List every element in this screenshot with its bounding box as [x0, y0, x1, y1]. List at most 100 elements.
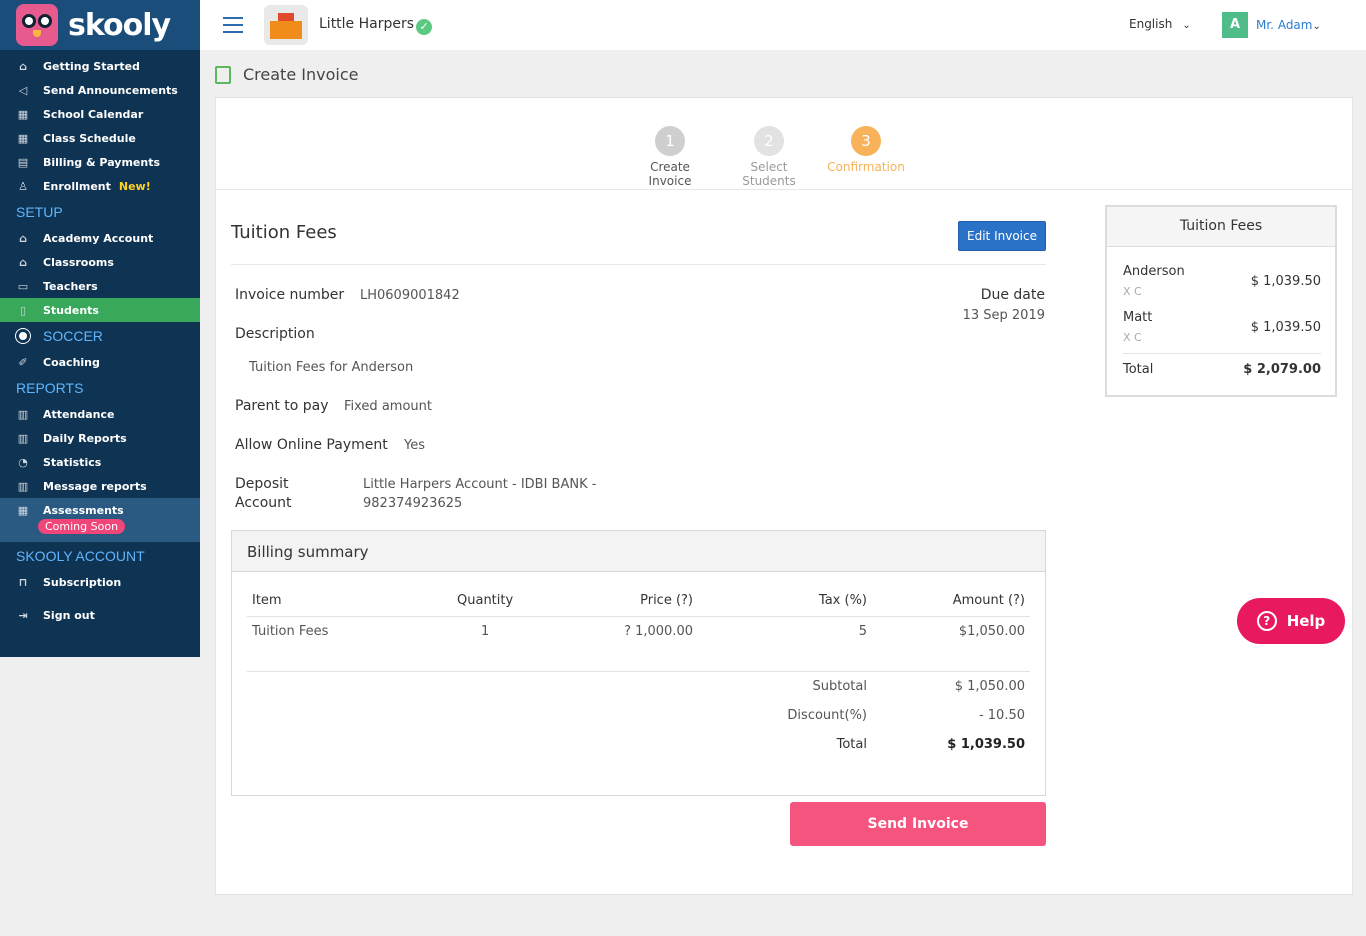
- question-icon: ?: [1256, 611, 1277, 631]
- student-icon: ▯: [19, 303, 27, 317]
- divider: [231, 264, 1046, 265]
- sidebar-item-statistics[interactable]: ◔ Statistics: [0, 450, 200, 474]
- new-badge: New!: [118, 179, 151, 193]
- home-icon: ⌂: [19, 59, 27, 73]
- description-label: Description: [235, 326, 315, 342]
- cell-item: Tuition Fees: [252, 624, 329, 639]
- edit-invoice-button[interactable]: Edit Invoice: [958, 221, 1046, 251]
- calendar-icon: ▦: [17, 131, 29, 145]
- sidebar-item-enrollment[interactable]: ♙ Enrollment New!: [0, 174, 200, 198]
- student-class: X C: [1123, 285, 1142, 298]
- divider: [1123, 353, 1321, 354]
- school-building-icon: [270, 13, 302, 39]
- sidebar-item-classrooms[interactable]: ⌂ Classrooms: [0, 250, 200, 274]
- sidebar-item-send-announcements[interactable]: ◁ Send Announcements: [0, 78, 200, 102]
- sidebar-item-attendance[interactable]: ▥ Attendance: [0, 402, 200, 426]
- invoice-icon: [215, 65, 231, 84]
- sidebar-item-getting-started[interactable]: ⌂ Getting Started: [0, 54, 200, 78]
- student-amount: $ 1,039.50: [1250, 320, 1321, 335]
- cell-tax: 5: [858, 624, 867, 639]
- main-card: 1 Create Invoice 2 Select Students 3 Confir…: [215, 97, 1353, 895]
- invoice-number-value: LH0609001842: [360, 288, 460, 303]
- invoice-number-label: Invoice number: [235, 287, 345, 303]
- tuition-summary-panel: Tuition Fees Anderson X C $ 1,039.50 Mat…: [1105, 205, 1337, 397]
- help-button[interactable]: ? Help: [1237, 598, 1345, 644]
- column-header-amount: Amount (?): [952, 593, 1025, 608]
- discount-label: Discount(%): [787, 708, 867, 723]
- step-select-students[interactable]: 2 Select Students: [724, 126, 814, 188]
- sidebar-item-sign-out[interactable]: ⇥ Sign out: [0, 603, 200, 627]
- school-logo[interactable]: [264, 5, 308, 45]
- column-header-price: Price (?): [640, 593, 693, 608]
- invoice-title: Tuition Fees: [231, 222, 337, 243]
- column-header-quantity: Quantity: [457, 593, 514, 608]
- soccer-ball-icon: [15, 328, 31, 344]
- logo[interactable]: skooly: [0, 0, 200, 50]
- sidebar-item-daily-reports[interactable]: ▥ Daily Reports: [0, 426, 200, 450]
- divider: [247, 671, 1030, 672]
- sidebar-item-school-calendar[interactable]: ▦ School Calendar: [0, 102, 200, 126]
- sidebar-item-subscription[interactable]: ⊓ Subscription: [0, 570, 200, 594]
- deposit-account-label-line2: Account: [235, 495, 292, 511]
- sidebar-item-assessments[interactable]: ▦ Assessments Coming Soon: [0, 498, 200, 542]
- hamburger-menu-icon[interactable]: [223, 17, 243, 33]
- stepper: 1 Create Invoice 2 Select Students 3 Confir…: [216, 98, 1352, 190]
- user-add-icon: ♙: [18, 179, 28, 193]
- school-name[interactable]: Little Harpers ✓: [319, 16, 433, 35]
- cell-price: ? 1,000.00: [624, 624, 693, 639]
- sidebar-item-class-schedule[interactable]: ▦ Class Schedule: [0, 126, 200, 150]
- sidebar-item-billing-payments[interactable]: ▤ Billing & Payments: [0, 150, 200, 174]
- due-date-value: 13 Sep 2019: [962, 308, 1045, 323]
- sidebar-item-teachers[interactable]: ▭ Teachers: [0, 274, 200, 298]
- report-icon: ▥: [17, 407, 29, 421]
- discount-value: - 10.50: [978, 708, 1025, 723]
- send-invoice-button[interactable]: Send Invoice: [790, 802, 1046, 846]
- summary-total-label: Total: [1123, 362, 1154, 377]
- coming-soon-badge: Coming Soon: [38, 519, 126, 534]
- megaphone-icon: ◁: [18, 83, 28, 97]
- calendar-icon: ▦: [17, 503, 29, 517]
- parent-to-pay-label: Parent to pay: [235, 398, 329, 414]
- deposit-account-value-line1: Little Harpers Account - IDBI BANK -: [363, 477, 597, 492]
- divider: [247, 616, 1030, 617]
- summary-total-value: $ 2,079.00: [1243, 362, 1321, 377]
- total-label: Total: [836, 737, 867, 752]
- sidebar-item-coaching[interactable]: ✐ Coaching: [0, 350, 200, 374]
- column-header-item: Item: [252, 593, 282, 608]
- section-reports: REPORTS: [16, 380, 84, 396]
- sidebar: skooly ⌂ Getting Started ◁ Send Announceme…: [0, 0, 200, 657]
- chevron-down-icon: ⌄: [1182, 20, 1191, 31]
- sidebar-item-academy-account[interactable]: ⌂ Academy Account: [0, 226, 200, 250]
- student-amount: $ 1,039.50: [1250, 274, 1321, 289]
- description-value: Tuition Fees for Anderson: [249, 360, 414, 375]
- verified-check-icon: ✓: [416, 18, 433, 35]
- section-skooly-account: SKOOLY ACCOUNT: [16, 548, 145, 564]
- section-soccer: SOCCER: [0, 322, 200, 350]
- student-class: X C: [1123, 331, 1142, 344]
- report-icon: ▥: [17, 431, 29, 445]
- deposit-account-value-line2: 982374923625: [363, 496, 463, 511]
- avatar[interactable]: A: [1222, 12, 1248, 38]
- sidebar-item-message-reports[interactable]: ▥ Message reports: [0, 474, 200, 498]
- brand-name: skooly: [68, 7, 171, 43]
- step-confirmation[interactable]: 3 Confirmation: [826, 126, 906, 174]
- parent-to-pay-value: Fixed amount: [344, 399, 432, 414]
- deposit-account-label-line1: Deposit: [235, 476, 289, 492]
- billing-summary-title: Billing summary: [232, 531, 1045, 572]
- page-title: Create Invoice: [215, 65, 358, 84]
- user-menu[interactable]: Mr. Adam⌄: [1256, 18, 1321, 32]
- pie-chart-icon: ◔: [18, 455, 28, 469]
- subtotal-value: $ 1,050.00: [954, 679, 1025, 694]
- report-icon: ▥: [17, 479, 29, 493]
- billing-icon: ▤: [17, 155, 29, 169]
- owl-logo-icon: [16, 4, 58, 46]
- sidebar-item-students[interactable]: ▯ Students: [0, 298, 200, 322]
- bookmark-icon: ⊓: [18, 575, 28, 589]
- student-name: Matt: [1123, 310, 1153, 325]
- language-selector[interactable]: English ⌄: [1129, 17, 1191, 31]
- building-icon: ⌂: [19, 231, 27, 245]
- step-create-invoice[interactable]: 1 Create Invoice: [628, 126, 712, 188]
- student-name: Anderson: [1123, 264, 1185, 279]
- column-header-tax: Tax (%): [818, 593, 867, 608]
- cell-quantity: 1: [481, 624, 490, 639]
